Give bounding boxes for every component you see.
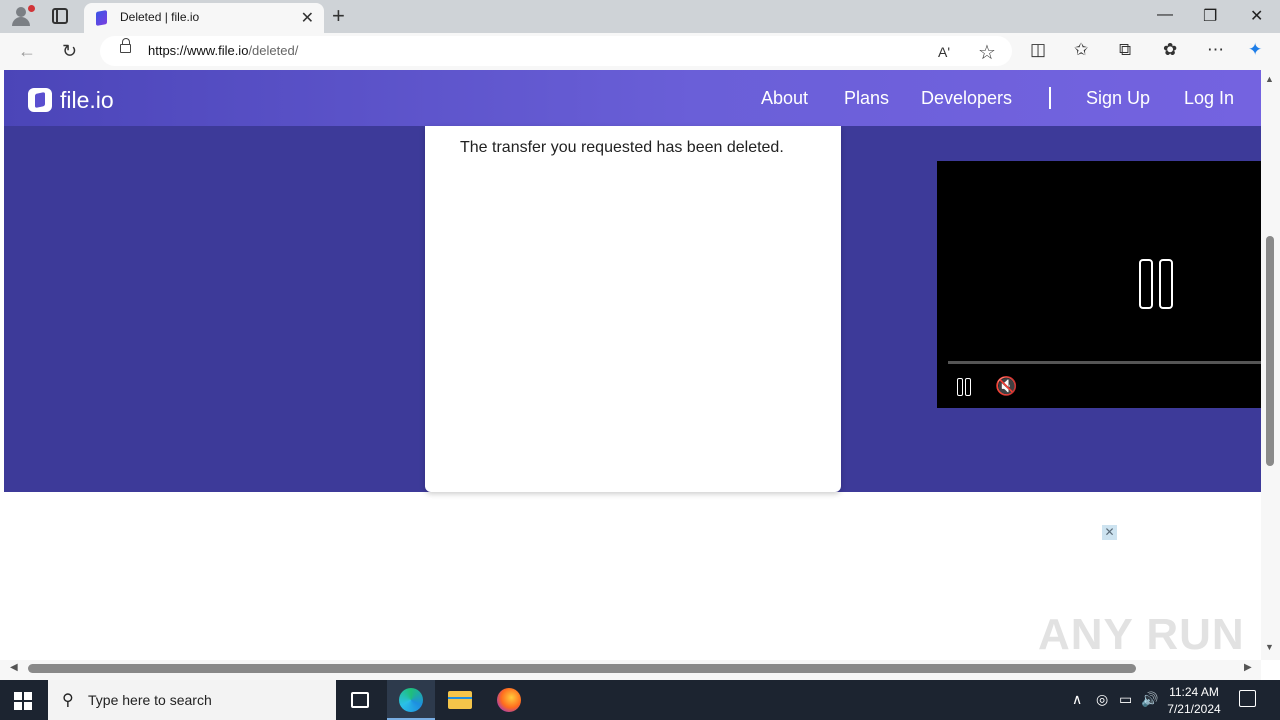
horizontal-scroll-thumb[interactable] bbox=[28, 664, 1136, 673]
tab-strip: Deleted | file.io ✕ + — ❐ ✕ bbox=[0, 0, 1280, 33]
page-viewport: file.io About Plans Developers Sign Up L… bbox=[4, 70, 1261, 660]
minimize-icon[interactable]: — bbox=[1157, 6, 1173, 24]
firefox-taskbar-button[interactable] bbox=[485, 680, 533, 720]
pause-icon[interactable] bbox=[957, 378, 971, 396]
notification-center-icon[interactable] bbox=[1239, 690, 1256, 707]
firefox-icon bbox=[497, 688, 521, 712]
back-icon[interactable]: ← bbox=[18, 41, 36, 62]
nav-divider bbox=[1049, 87, 1051, 109]
favorites-icon[interactable]: ✩ bbox=[1074, 40, 1088, 60]
volume-icon[interactable]: 🔊 bbox=[1141, 691, 1158, 708]
video-ad-player[interactable]: 🔇 bbox=[937, 161, 1261, 408]
windows-start-icon[interactable] bbox=[14, 692, 32, 710]
clock-time: 11:24 AM bbox=[1169, 685, 1219, 699]
ad-close-icon[interactable]: ✕ bbox=[1102, 525, 1117, 540]
url-host: https://www.file.io bbox=[148, 43, 249, 58]
message-card: The transfer you requested has been dele… bbox=[425, 126, 841, 492]
anyrun-watermark: ANY RUN bbox=[1038, 610, 1245, 659]
scroll-right-icon[interactable]: ▶ bbox=[1244, 662, 1252, 673]
address-bar[interactable]: https://www.file.io/deleted/ Aʹ ☆ bbox=[100, 36, 1012, 66]
clock-date: 7/21/2024 bbox=[1167, 702, 1221, 716]
site-header: file.io About Plans Developers Sign Up L… bbox=[4, 70, 1261, 126]
nav-developers[interactable]: Developers bbox=[921, 88, 1012, 109]
profile-icon[interactable] bbox=[8, 5, 35, 27]
task-view-button[interactable] bbox=[336, 680, 384, 720]
windows-taskbar: ⚲ Type here to search ∧ ◎ ▭ 🔊 11:24 AM 7… bbox=[0, 680, 1280, 720]
restore-icon[interactable]: ❐ bbox=[1203, 6, 1217, 26]
notification-dot bbox=[28, 5, 35, 12]
search-placeholder: Type here to search bbox=[88, 692, 212, 708]
scroll-left-icon[interactable]: ◀ bbox=[10, 662, 18, 673]
tab-close-icon[interactable]: ✕ bbox=[301, 8, 314, 28]
vertical-scrollbar[interactable]: ▲ ▼ bbox=[1261, 70, 1280, 660]
video-progress-bar[interactable] bbox=[948, 361, 1261, 364]
settings-menu-icon[interactable]: ⋯ bbox=[1207, 40, 1224, 60]
clock[interactable]: 11:24 AM 7/21/2024 bbox=[1158, 684, 1230, 718]
favorite-star-icon[interactable]: ☆ bbox=[978, 40, 996, 65]
logo-text[interactable]: file.io bbox=[60, 87, 114, 114]
close-window-icon[interactable]: ✕ bbox=[1250, 6, 1263, 26]
read-aloud-icon[interactable]: Aʹ bbox=[938, 44, 950, 60]
folder-icon bbox=[448, 691, 472, 709]
refresh-icon[interactable]: ↻ bbox=[62, 41, 77, 62]
tab-active[interactable]: Deleted | file.io ✕ bbox=[84, 3, 324, 33]
tab-actions-icon[interactable] bbox=[52, 8, 68, 24]
edge-taskbar-button[interactable] bbox=[387, 680, 435, 720]
split-screen-icon[interactable]: ◫ bbox=[1030, 40, 1046, 60]
browser-toolbar: ← ↻ https://www.file.io/deleted/ Aʹ ☆ ◫ … bbox=[0, 33, 1280, 70]
nav-about[interactable]: About bbox=[761, 88, 808, 109]
big-pause-icon[interactable] bbox=[1139, 259, 1175, 309]
deleted-message: The transfer you requested has been dele… bbox=[460, 139, 784, 156]
lock-icon[interactable] bbox=[120, 38, 131, 53]
copilot-icon[interactable]: ✦ bbox=[1248, 40, 1262, 60]
vertical-scroll-thumb[interactable] bbox=[1266, 236, 1274, 466]
url-path: /deleted/ bbox=[248, 43, 299, 58]
meet-now-icon[interactable]: ◎ bbox=[1096, 691, 1108, 708]
fileio-logo-icon[interactable] bbox=[28, 88, 52, 112]
url-text[interactable]: https://www.file.io/deleted/ bbox=[148, 43, 298, 58]
extensions-icon[interactable]: ✿ bbox=[1163, 40, 1177, 60]
horizontal-scrollbar[interactable]: ◀ ▶ bbox=[0, 660, 1261, 680]
edge-icon bbox=[399, 688, 423, 712]
nav-login[interactable]: Log In bbox=[1184, 88, 1234, 109]
task-view-icon bbox=[351, 692, 369, 708]
taskbar-search-box[interactable]: ⚲ Type here to search bbox=[48, 680, 336, 720]
fileio-favicon-icon bbox=[96, 10, 107, 26]
file-explorer-taskbar-button[interactable] bbox=[436, 680, 484, 720]
network-icon[interactable]: ▭ bbox=[1119, 691, 1132, 708]
collections-icon[interactable]: ⧉ bbox=[1119, 40, 1131, 60]
tray-chevron-icon[interactable]: ∧ bbox=[1072, 691, 1082, 708]
scroll-down-icon[interactable]: ▼ bbox=[1265, 642, 1274, 652]
mute-icon[interactable]: 🔇 bbox=[995, 376, 1017, 397]
tab-title: Deleted | file.io bbox=[120, 10, 200, 24]
nav-signup[interactable]: Sign Up bbox=[1086, 88, 1150, 109]
search-icon: ⚲ bbox=[62, 692, 74, 709]
nav-plans[interactable]: Plans bbox=[844, 88, 889, 109]
new-tab-icon[interactable]: + bbox=[332, 3, 345, 29]
scroll-up-icon[interactable]: ▲ bbox=[1265, 74, 1274, 84]
